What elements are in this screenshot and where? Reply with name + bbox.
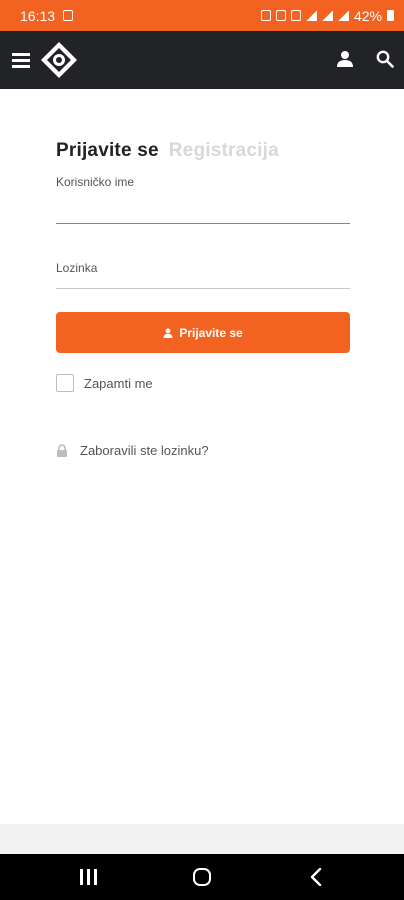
login-button[interactable]: Prijavite se — [56, 312, 350, 353]
gallery-notification-icon — [63, 10, 74, 21]
tab-login[interactable]: Prijavite se — [56, 140, 159, 162]
forgot-password-label: Zaboravili ste lozinku? — [80, 443, 209, 458]
system-nav-bar — [0, 854, 404, 900]
username-input[interactable] — [56, 190, 350, 224]
lock-icon — [57, 444, 67, 457]
status-bar: 16:13 42% — [0, 0, 404, 31]
cell-signal-icon — [321, 10, 333, 21]
search-icon[interactable] — [376, 50, 394, 68]
password-label: Lozinka — [56, 261, 98, 275]
remember-me-label: Zapamti me — [84, 375, 153, 391]
app-header — [0, 31, 404, 89]
tab-register[interactable]: Registracija — [169, 140, 279, 162]
remember-me[interactable]: Zapamti me — [56, 374, 153, 392]
username-label: Korisničko ime — [56, 175, 135, 189]
remember-me-checkbox[interactable] — [56, 374, 74, 392]
status-time: 16:13 — [20, 7, 56, 24]
brand-logo[interactable] — [40, 41, 78, 79]
hamburger-menu-icon[interactable] — [12, 53, 30, 68]
forgot-password-link[interactable]: Zaboravili ste lozinku? — [56, 443, 209, 458]
recent-apps-icon[interactable] — [80, 869, 98, 885]
user-icon — [163, 327, 173, 338]
password-input[interactable] — [56, 258, 350, 289]
back-icon[interactable] — [310, 868, 322, 886]
notification-icon — [260, 10, 271, 21]
cell-signal-2-icon — [337, 10, 349, 21]
wifi-signal-icon — [305, 10, 317, 21]
home-icon[interactable] — [193, 868, 211, 886]
alarm-icon — [275, 10, 286, 21]
battery-percent: 42% — [353, 7, 382, 24]
battery-icon — [387, 10, 394, 21]
login-button-label: Prijavite se — [179, 325, 243, 340]
auth-tabs: Prijavite se Registracija — [56, 140, 279, 162]
user-icon[interactable] — [336, 50, 354, 68]
footer-strip — [0, 824, 404, 854]
mute-icon — [290, 10, 301, 21]
